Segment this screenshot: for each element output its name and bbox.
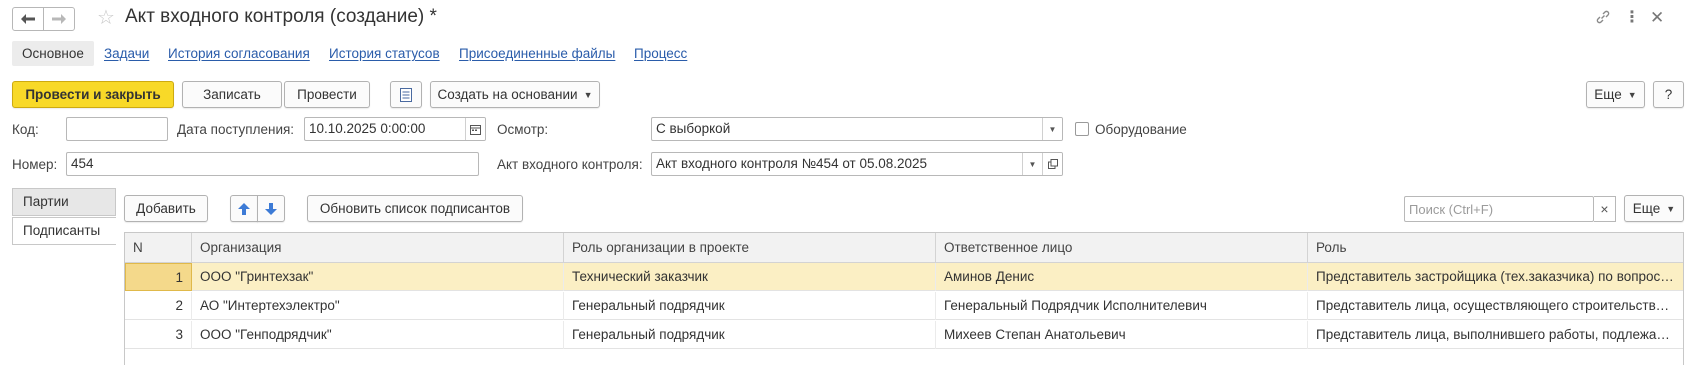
clear-search-button[interactable]: × (1594, 196, 1616, 222)
date-value: 10.10.2025 0:00:00 (309, 121, 426, 136)
table-more-label: Еще (1632, 201, 1661, 216)
column-header-org-role[interactable]: Роль организации в проекте (564, 233, 936, 263)
number-label: Номер: (12, 157, 58, 172)
table-row[interactable]: 3 ООО "Генподрядчик" Генеральный подрядч… (125, 321, 1683, 349)
cell-organization: ООО "Генподрядчик" (192, 321, 564, 349)
document-list-icon (400, 87, 412, 102)
post-and-close-button[interactable]: Провести и закрыть (12, 81, 174, 108)
table-row[interactable]: 2 АО "Интертехэлектро" Генеральный подря… (125, 292, 1683, 320)
code-label: Код: (12, 122, 39, 137)
equipment-label: Оборудование (1095, 122, 1187, 137)
report-button[interactable] (390, 81, 422, 108)
table-header: N Организация Роль организации в проекте… (125, 233, 1683, 263)
inspection-value: С выборкой (656, 121, 731, 136)
arrow-left-icon (21, 14, 35, 24)
post-button[interactable]: Провести (284, 81, 370, 108)
open-window-icon (1047, 159, 1058, 169)
more-menu-icon[interactable]: ⋮ (1624, 9, 1640, 27)
cell-n: 3 (125, 321, 192, 349)
side-tab-signers[interactable]: Подписанты (12, 217, 116, 245)
column-header-person[interactable]: Ответственное лицо (936, 233, 1308, 263)
cell-n: 1 (125, 263, 192, 291)
move-down-button[interactable] (257, 195, 285, 222)
chevron-down-icon: ▼ (583, 89, 593, 100)
move-up-button[interactable] (230, 195, 258, 222)
save-button[interactable]: Записать (182, 81, 282, 108)
refresh-signers-button[interactable]: Обновить список подписантов (307, 195, 523, 222)
chevron-down-icon: ▼ (1048, 124, 1057, 134)
cell-person: Аминов Денис (936, 263, 1308, 291)
help-button[interactable]: ? (1653, 81, 1684, 108)
cell-organization: ООО "Гринтехзак" (192, 263, 564, 291)
tab-attached-files[interactable]: Присоединенные файлы (459, 46, 615, 61)
more-button[interactable]: Еще ▼ (1586, 81, 1645, 108)
cell-role: Представитель лица, выполнившего работы,… (1316, 327, 1683, 342)
tab-status-history[interactable]: История статусов (329, 46, 440, 61)
cell-org-role: Генеральный подрядчик (564, 321, 936, 349)
act-value: Акт входного контроля №454 от 05.08.2025 (656, 156, 928, 171)
tab-main[interactable]: Основное (12, 41, 94, 66)
cell-person: Михеев Степан Анатольевич (936, 321, 1308, 349)
table-more-button[interactable]: Еще ▼ (1624, 195, 1684, 222)
calendar-button[interactable] (465, 118, 485, 140)
date-label: Дата поступления: (177, 122, 295, 137)
close-icon[interactable]: ✕ (1650, 9, 1664, 27)
cell-organization: АО "Интертехэлектро" (192, 292, 564, 320)
add-button[interactable]: Добавить (124, 195, 208, 222)
date-input[interactable]: 10.10.2025 0:00:00 (304, 117, 486, 141)
cell-org-role: Технический заказчик (564, 263, 936, 291)
search-input[interactable]: Поиск (Ctrl+F) (1404, 196, 1594, 222)
chevron-down-icon: ▼ (1627, 89, 1637, 100)
inspection-select[interactable]: С выборкой ▼ (651, 117, 1063, 141)
act-open-button[interactable] (1042, 153, 1062, 175)
inspection-dropdown-button[interactable]: ▼ (1042, 118, 1062, 140)
act-dropdown-button[interactable]: ▼ (1022, 153, 1042, 175)
calendar-icon (470, 124, 481, 135)
forward-button[interactable] (43, 7, 75, 31)
column-header-organization[interactable]: Организация (192, 233, 564, 263)
page-title: Акт входного контроля (создание) * (125, 6, 437, 27)
signers-table[interactable]: N Организация Роль организации в проекте… (124, 232, 1684, 365)
cell-org-role: Генеральный подрядчик (564, 292, 936, 320)
link-icon[interactable] (1595, 9, 1611, 30)
back-button[interactable] (12, 7, 44, 31)
side-tab-batches[interactable]: Партии (12, 188, 116, 216)
arrow-down-icon (265, 202, 277, 215)
act-select[interactable]: Акт входного контроля №454 от 05.08.2025… (651, 152, 1063, 176)
chevron-down-icon: ▼ (1028, 159, 1037, 169)
cell-person: Генеральный Подрядчик Исполнителевич (936, 292, 1308, 320)
tab-tasks[interactable]: Задачи (104, 46, 149, 61)
tab-process[interactable]: Процесс (634, 46, 687, 61)
more-button-label: Еще (1594, 87, 1622, 102)
create-based-on-label: Создать на основании (437, 87, 578, 102)
arrow-right-icon (52, 14, 66, 24)
column-header-role[interactable]: Роль (1308, 233, 1683, 263)
favorite-star-icon[interactable]: ☆ (97, 8, 115, 28)
inspection-label: Осмотр: (497, 122, 549, 137)
cell-role: Представитель лица, осуществляющего стро… (1316, 298, 1683, 313)
act-label: Акт входного контроля: (497, 157, 643, 172)
arrow-up-icon (238, 202, 250, 215)
cell-n: 2 (125, 292, 192, 320)
create-based-on-button[interactable]: Создать на основании ▼ (430, 81, 600, 108)
column-header-n[interactable]: N (125, 233, 192, 263)
cell-role: Представитель застройщика (тех.заказчика… (1316, 269, 1683, 284)
code-input[interactable] (66, 117, 168, 141)
number-input[interactable]: 454 (66, 152, 479, 176)
equipment-checkbox[interactable] (1075, 122, 1089, 136)
tab-approval-history[interactable]: История согласования (168, 46, 310, 61)
chevron-down-icon: ▼ (1666, 203, 1676, 214)
table-row[interactable]: 1 ООО "Гринтехзак" Технический заказчик … (125, 263, 1683, 291)
